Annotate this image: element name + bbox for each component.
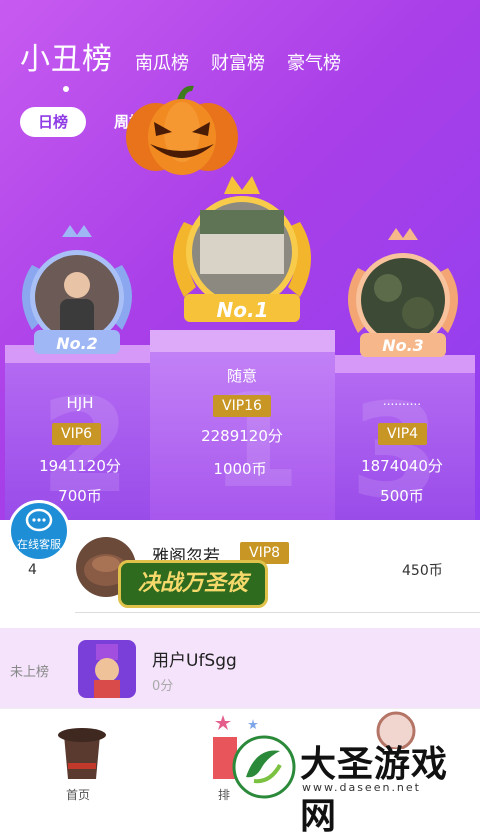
row-divider	[75, 612, 480, 613]
my-score: 0分	[152, 679, 174, 694]
rank-number: 4	[28, 562, 37, 578]
first-vip-badge: VIP16	[213, 395, 271, 417]
customer-service-label: 在线客服	[17, 538, 61, 551]
tab-pumpkin-ranking[interactable]: 南瓜榜	[135, 49, 189, 78]
pumpkin-icon	[126, 85, 238, 175]
third-vip-badge: VIP4	[378, 423, 428, 445]
watermark-url: www.daseen.net	[302, 781, 421, 794]
game-logo-overlay: 决战万圣夜	[118, 560, 268, 608]
podium-first-top	[150, 330, 335, 352]
customer-service-button[interactable]: 在线客服	[8, 500, 70, 562]
rank-row-4[interactable]: 4 雅阁忽若 VIP8 450币 决战万圣夜	[0, 520, 480, 628]
ranking-tabs: 小丑榜 南瓜榜 财富榜 豪气榜	[20, 34, 341, 92]
third-coins: 500币	[380, 487, 424, 505]
first-name: 随意	[226, 367, 257, 385]
my-avatar[interactable]	[78, 640, 136, 698]
tab-clown-ranking[interactable]: 小丑榜	[20, 34, 113, 92]
chat-bubble-icon	[25, 508, 53, 532]
second-vip-badge: VIP6	[52, 423, 102, 445]
third-score: 1874040分	[361, 457, 443, 475]
first-score: 2289120分	[201, 427, 283, 445]
bottom-navigation: 首页 排 大圣游戏网 www.daseen.net	[0, 708, 480, 837]
tab-wealth-ranking[interactable]: 财富榜	[211, 49, 265, 78]
rank-badge-first: No.1	[216, 298, 269, 322]
watermark-logo-icon	[232, 735, 296, 799]
my-name: 用户UfSgg	[152, 651, 237, 671]
rank4-coins: 450币	[402, 563, 443, 579]
nav-rank-label[interactable]: 排	[218, 786, 230, 803]
nav-home-label[interactable]: 首页	[66, 786, 90, 803]
my-rank-row[interactable]: 未上榜 用户UfSgg 0分	[0, 628, 480, 708]
first-coins: 1000币	[213, 460, 267, 478]
tab-generous-ranking[interactable]: 豪气榜	[287, 49, 341, 78]
rank-badge-second: No.2	[56, 334, 98, 353]
rank-badge-third: No.3	[382, 336, 424, 355]
second-score: 1941120分	[39, 457, 121, 475]
second-name: HJH	[66, 394, 94, 412]
magic-hat-icon[interactable]	[52, 713, 112, 783]
my-rank-status: 未上榜	[10, 665, 50, 680]
third-name: ..........	[382, 394, 422, 408]
daily-tab[interactable]: 日榜	[20, 107, 87, 137]
